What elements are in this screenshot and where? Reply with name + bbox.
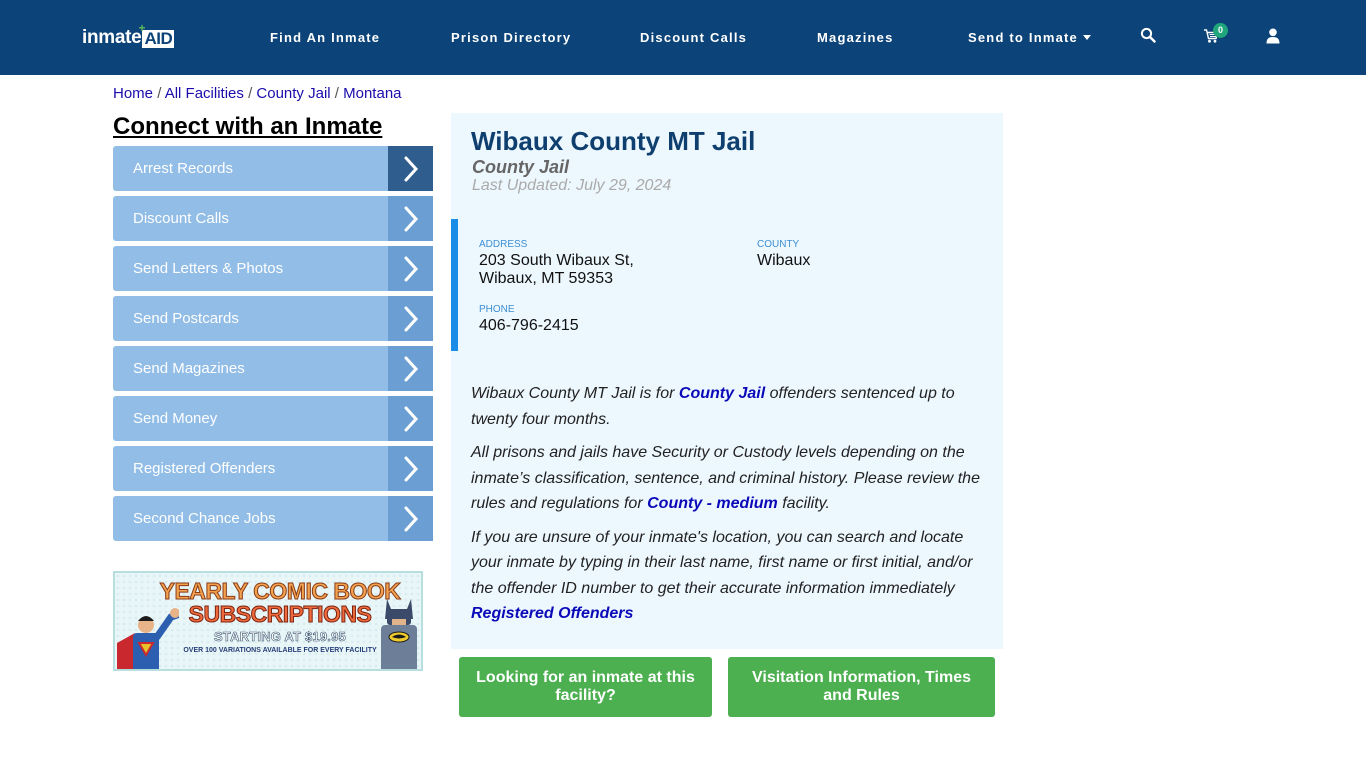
breadcrumb: Home / All Facilities / County Jail / Mo… [113, 85, 402, 103]
logo-text: inmate [82, 27, 142, 48]
address-label: ADDRESS [479, 239, 528, 250]
nav-discount-calls[interactable]: Discount Calls [640, 30, 747, 46]
logo-plus-icon: + [138, 21, 145, 35]
sidebar-item-label: Send Money [133, 410, 218, 427]
description-paragraph-3: If you are unsure of your inmate's locat… [471, 528, 973, 623]
nav-magazines[interactable]: Magazines [817, 30, 894, 46]
cart-count-badge: 0 [1213, 23, 1228, 38]
chevron-right-icon [388, 446, 433, 491]
top-navbar: inmate + AID Find An Inmate Prison Direct… [0, 0, 1366, 75]
sidebar-item-second-chance-jobs[interactable]: Second Chance Jobs [113, 496, 433, 541]
find-inmate-at-facility-button[interactable]: Looking for an inmate at this facility? [459, 657, 712, 717]
address-line1: 203 South Wibaux St, [479, 252, 634, 269]
sidebar-title: Connect with an Inmate [113, 113, 383, 140]
nav-send-to-inmate-label: Send to Inmate [968, 30, 1078, 45]
chevron-right-icon [388, 146, 433, 191]
chevron-right-icon [388, 246, 433, 291]
caret-down-icon [1082, 35, 1091, 41]
sidebar-item-registered-offenders[interactable]: Registered Offenders [113, 446, 433, 491]
nav-find-an-inmate[interactable]: Find An Inmate [270, 30, 380, 46]
facility-description: Wibaux County MT Jail is for County Jail… [471, 381, 991, 635]
breadcrumb-separator: / [157, 85, 165, 102]
ad-headline-line1: YEARLY COMIC BOOK [159, 578, 401, 604]
sidebar-item-send-money[interactable]: Send Money [113, 396, 433, 441]
facility-type: County Jail [472, 157, 570, 177]
chevron-right-icon [388, 496, 433, 541]
cart-button[interactable]: 0 [1203, 23, 1228, 48]
ad-headline-line2: SUBSCRIPTIONS [188, 601, 372, 627]
facility-info-box: ADDRESS 203 South Wibaux St, Wibaux, MT … [451, 219, 1003, 351]
nav-prison-directory[interactable]: Prison Directory [451, 30, 571, 46]
search-icon [1140, 27, 1156, 43]
county-medium-link[interactable]: County - medium [647, 495, 778, 512]
sidebar-item-send-magazines[interactable]: Send Magazines [113, 346, 433, 391]
chevron-right-icon [388, 396, 433, 441]
ad-price: STARTING AT $19.95 [214, 629, 346, 645]
facility-title: Wibaux County MT Jail [471, 126, 756, 156]
ad-subtext: OVER 100 VARIATIONS AVAILABLE FOR EVERY … [183, 647, 377, 654]
sidebar-item-label: Registered Offenders [133, 460, 276, 477]
county-jail-link[interactable]: County Jail [679, 385, 765, 402]
sidebar-menu: Arrest Records Discount Calls Send Lette… [113, 146, 433, 546]
sidebar-item-label: Arrest Records [133, 160, 234, 177]
logo-accent: + AID [138, 21, 175, 48]
sidebar-item-label: Send Letters & Photos [133, 260, 284, 277]
sidebar-item-label: Send Magazines [133, 360, 245, 377]
breadcrumb-separator: / [334, 85, 344, 102]
nav-send-to-inmate[interactable]: Send to Inmate [968, 30, 1091, 46]
account-button[interactable] [1266, 28, 1286, 48]
sidebar-item-discount-calls[interactable]: Discount Calls [113, 196, 433, 241]
breadcrumb-all-facilities[interactable]: All Facilities [165, 85, 244, 102]
chevron-right-icon [388, 196, 433, 241]
breadcrumb-county-jail[interactable]: County Jail [256, 85, 330, 102]
address-line2: Wibaux, MT 59353 [479, 270, 613, 287]
chevron-right-icon [388, 296, 433, 341]
facility-panel: Wibaux County MT Jail County Jail Last U… [451, 113, 1003, 649]
comic-subscription-ad[interactable]: YEARLY COMIC BOOK SUBSCRIPTIONS STARTING… [113, 571, 423, 671]
phone-label: PHONE [479, 304, 515, 315]
inmateaid-logo[interactable]: inmate + AID [82, 21, 175, 49]
sidebar-item-label: Send Postcards [133, 310, 239, 327]
sidebar-item-send-postcards[interactable]: Send Postcards [113, 296, 433, 341]
phone-value[interactable]: 406-796-2415 [479, 317, 579, 335]
description-paragraph-2: All prisons and jails have Security or C… [471, 444, 980, 512]
search-button[interactable] [1140, 27, 1160, 47]
description-paragraph-1: Wibaux County MT Jail is for County Jail… [471, 385, 955, 428]
last-updated: Last Updated: July 29, 2024 [472, 177, 672, 194]
sidebar-item-label: Discount Calls [133, 210, 229, 227]
registered-offenders-link[interactable]: Registered Offenders [471, 605, 633, 622]
sidebar-item-label: Second Chance Jobs [133, 510, 276, 527]
sidebar-item-arrest-records[interactable]: Arrest Records [113, 146, 433, 191]
chevron-right-icon [388, 346, 433, 391]
sidebar-item-send-letters-photos[interactable]: Send Letters & Photos [113, 246, 433, 291]
breadcrumb-home[interactable]: Home [113, 85, 153, 102]
visitation-information-button[interactable]: Visitation Information, Times and Rules [728, 657, 995, 717]
breadcrumb-montana[interactable]: Montana [343, 85, 401, 102]
county-label: COUNTY [757, 239, 800, 250]
user-icon [1266, 28, 1280, 44]
county-value: Wibaux [757, 252, 811, 269]
